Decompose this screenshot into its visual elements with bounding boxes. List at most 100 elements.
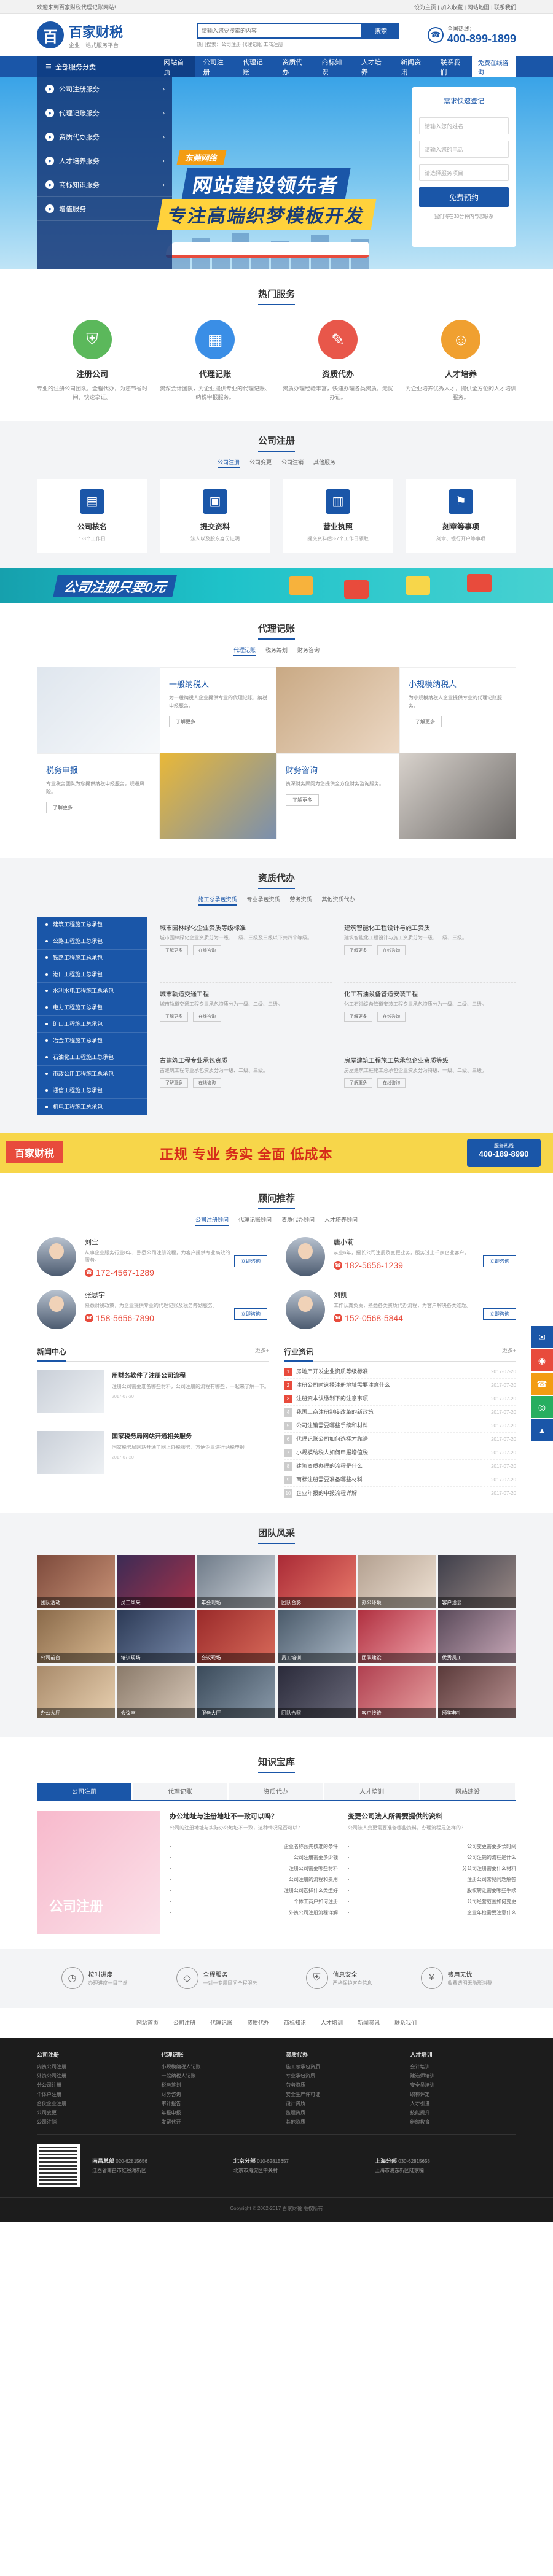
- qual-side-item[interactable]: 电力工程施工总承包: [37, 999, 147, 1016]
- list-item[interactable]: 3 注册资本认缴制下的注意事项 2017-07-20: [284, 1392, 516, 1406]
- team-photo[interactable]: 服务大厅: [197, 1665, 275, 1718]
- footer-link[interactable]: 建造师培训: [410, 2073, 517, 2082]
- list-item[interactable]: 8 建筑资质办理的流程是什么 2017-07-20: [284, 1460, 516, 1473]
- footer-link[interactable]: 设计资质: [286, 2100, 392, 2109]
- team-photo[interactable]: 办公大厅: [37, 1665, 115, 1718]
- reg-step-card[interactable]: ▣ 提交资料 法人以及股东身份证明: [160, 479, 270, 553]
- footer-link[interactable]: 公司注销: [37, 2119, 143, 2128]
- nav-item-accounting[interactable]: 代理记账: [235, 56, 274, 77]
- consult-button[interactable]: 立即咨询: [483, 1255, 516, 1267]
- consult-button[interactable]: 在线咨询: [377, 1011, 406, 1022]
- team-photo[interactable]: 颁奖典礼: [438, 1665, 516, 1718]
- tab-advisor-reg[interactable]: 公司注册顾问: [195, 1216, 229, 1226]
- footer-link[interactable]: 小规模纳税人记账: [162, 2063, 268, 2073]
- team-photo[interactable]: 员工风采: [117, 1554, 195, 1608]
- team-photo[interactable]: 优秀员工: [438, 1610, 516, 1663]
- footer-nav-item[interactable]: 新闻资讯: [358, 2019, 380, 2027]
- list-item[interactable]: 4 我国工商注册制度改革的新政策 2017-07-20: [284, 1406, 516, 1419]
- agency-item[interactable]: 财务咨询 资深财务顾问为您提供全方位财务咨询服务。 了解更多: [276, 753, 399, 839]
- news-item[interactable]: 国家税务局网站开通相关服务 国家税务局网站开通了网上办税服务，方便企业进行纳税申…: [37, 1422, 269, 1483]
- consult-button[interactable]: 在线咨询: [377, 1077, 406, 1088]
- tab-general-contract[interactable]: 施工总承包资质: [198, 895, 237, 906]
- team-photo[interactable]: 团队合照: [277, 1665, 356, 1718]
- nav-item-qualification[interactable]: 资质代办: [274, 56, 313, 77]
- footer-link[interactable]: 合伙企业注册: [37, 2100, 143, 2109]
- list-item[interactable]: 公司注册的流程和费用: [170, 1874, 338, 1885]
- reg-step-card[interactable]: ▥ 营业执照 提交资料后3-7个工作日领取: [283, 479, 393, 553]
- list-item[interactable]: 个体工商户如何注册: [170, 1896, 338, 1907]
- name-field[interactable]: 请输入您的姓名: [419, 117, 509, 134]
- news-item[interactable]: 用财务软件了注册公司流程 注册公司需要准备哪些材料，公司注册的流程有哪些，一起来…: [37, 1362, 269, 1422]
- qual-side-item[interactable]: 机电工程施工总承包: [37, 1099, 147, 1115]
- list-item[interactable]: 1 房地产开发企业资质等级标准 2017-07-20: [284, 1365, 516, 1379]
- logo[interactable]: 百 百家财税 企业一站式服务平台: [37, 21, 172, 49]
- tab-company-reg[interactable]: 公司注册: [217, 458, 240, 468]
- reg-step-card[interactable]: ▤ 公司核名 1-3个工作日: [37, 479, 147, 553]
- more-button[interactable]: 了解更多: [344, 945, 372, 955]
- consult-button[interactable]: 立即咨询: [483, 1308, 516, 1320]
- qual-side-item[interactable]: 矿山工程施工总承包: [37, 1016, 147, 1033]
- qual-side-item[interactable]: 铁路工程施工总承包: [37, 950, 147, 966]
- footer-nav-item[interactable]: 网站首页: [136, 2019, 159, 2027]
- qual-side-item[interactable]: 建筑工程施工总承包: [37, 917, 147, 933]
- list-item[interactable]: 注册公司选择什么类型好: [170, 1885, 338, 1896]
- team-photo[interactable]: 团队合影: [277, 1554, 356, 1608]
- team-photo[interactable]: 客户接待: [358, 1665, 436, 1718]
- list-item[interactable]: 2 注册公司时选择注册地址需要注意什么 2017-07-20: [284, 1379, 516, 1392]
- more-button[interactable]: 了解更多: [160, 1011, 188, 1022]
- team-photo[interactable]: 团队活动: [37, 1554, 115, 1608]
- more-button[interactable]: 了解更多: [409, 716, 442, 728]
- agency-item[interactable]: 一般纳税人 为一般纳税人企业提供专业的代理记账、纳税申报服务。 了解更多: [160, 667, 276, 753]
- side-menu-item[interactable]: ● 商标知识服务 ›: [37, 173, 172, 197]
- team-photo[interactable]: 办公环境: [358, 1554, 436, 1608]
- more-button[interactable]: 了解更多: [344, 1011, 372, 1022]
- footer-link[interactable]: 劳务资质: [286, 2082, 392, 2091]
- qual-side-item[interactable]: 冶金工程施工总承包: [37, 1033, 147, 1049]
- top-link-map[interactable]: 网站地图: [468, 4, 490, 10]
- agency-item[interactable]: 税务申报 专业税务团队为您提供纳税申报服务，规避风险。 了解更多: [37, 753, 160, 839]
- phone-icon[interactable]: ☎: [531, 1373, 553, 1395]
- list-item[interactable]: 公司变更需要多长时间: [348, 1841, 516, 1852]
- tab-company-cancel[interactable]: 公司注销: [281, 458, 304, 468]
- more-link[interactable]: 更多+: [255, 1346, 269, 1357]
- footer-link[interactable]: 公司变更: [37, 2109, 143, 2119]
- consult-button[interactable]: 立即咨询: [234, 1255, 267, 1267]
- list-item[interactable]: 注册公司需要哪些材料: [170, 1863, 338, 1874]
- qual-side-item[interactable]: 通信工程施工总承包: [37, 1082, 147, 1099]
- tab-advisor-account[interactable]: 代理记账顾问: [238, 1216, 272, 1226]
- list-item[interactable]: 7 小规模纳税人如何申报增值税 2017-07-20: [284, 1446, 516, 1460]
- service-card[interactable]: ⛨ 注册公司 专业的注册公司团队，全程代办，为您节省时间，快速拿证。: [37, 320, 147, 402]
- list-item[interactable]: 公司注销的流程是什么: [348, 1852, 516, 1863]
- more-button[interactable]: 了解更多: [160, 945, 188, 955]
- all-categories-button[interactable]: ☰ 全部服务分类: [37, 56, 156, 77]
- consult-button[interactable]: 在线咨询: [193, 1011, 221, 1022]
- service-card[interactable]: ▦ 代理记账 资深会计团队，为企业提供专业的代理记账、纳税申报服务。: [160, 320, 270, 402]
- more-button[interactable]: 了解更多: [46, 802, 79, 814]
- footer-link[interactable]: 财务咨询: [162, 2091, 268, 2100]
- more-button[interactable]: 了解更多: [344, 1077, 372, 1088]
- tab-advisor-qual[interactable]: 资质代办顾问: [281, 1216, 315, 1226]
- more-button[interactable]: 了解更多: [160, 1077, 188, 1088]
- search-input[interactable]: [197, 22, 363, 39]
- top-link-contact[interactable]: 联系我们: [494, 4, 516, 10]
- list-item[interactable]: 6 代理记账公司如何选择才靠谱 2017-07-20: [284, 1433, 516, 1446]
- list-item[interactable]: 分公司注册需要什么材料: [348, 1863, 516, 1874]
- promo-banner-zero[interactable]: 公司注册只要0元: [0, 567, 553, 603]
- qual-side-item[interactable]: 石油化工工程施工总承包: [37, 1049, 147, 1066]
- footer-link[interactable]: 职称评定: [410, 2091, 517, 2100]
- nav-item-news[interactable]: 新闻资讯: [393, 56, 432, 77]
- qual-side-item[interactable]: 公路工程施工总承包: [37, 933, 147, 950]
- footer-nav-item[interactable]: 资质代办: [247, 2019, 269, 2027]
- tab-kb-company[interactable]: 公司注册: [37, 1782, 131, 1800]
- consult-button[interactable]: 在线咨询: [193, 945, 221, 955]
- footer-link[interactable]: 其他资质: [286, 2119, 392, 2128]
- team-photo[interactable]: 公司前台: [37, 1610, 115, 1663]
- list-item[interactable]: 9 商标注册需要准备哪些材料 2017-07-20: [284, 1473, 516, 1487]
- footer-nav-item[interactable]: 人才培训: [321, 2019, 343, 2027]
- tab-kb-qual[interactable]: 资质代办: [229, 1782, 323, 1800]
- service-select[interactable]: 请选择服务项目: [419, 164, 509, 181]
- list-item[interactable]: 股权转让需要哪些手续: [348, 1885, 516, 1896]
- footer-link[interactable]: 一般纳税人记账: [162, 2073, 268, 2082]
- online-consult-button[interactable]: 免费在线咨询: [471, 55, 516, 79]
- side-menu-item[interactable]: ● 资质代办服务 ›: [37, 125, 172, 149]
